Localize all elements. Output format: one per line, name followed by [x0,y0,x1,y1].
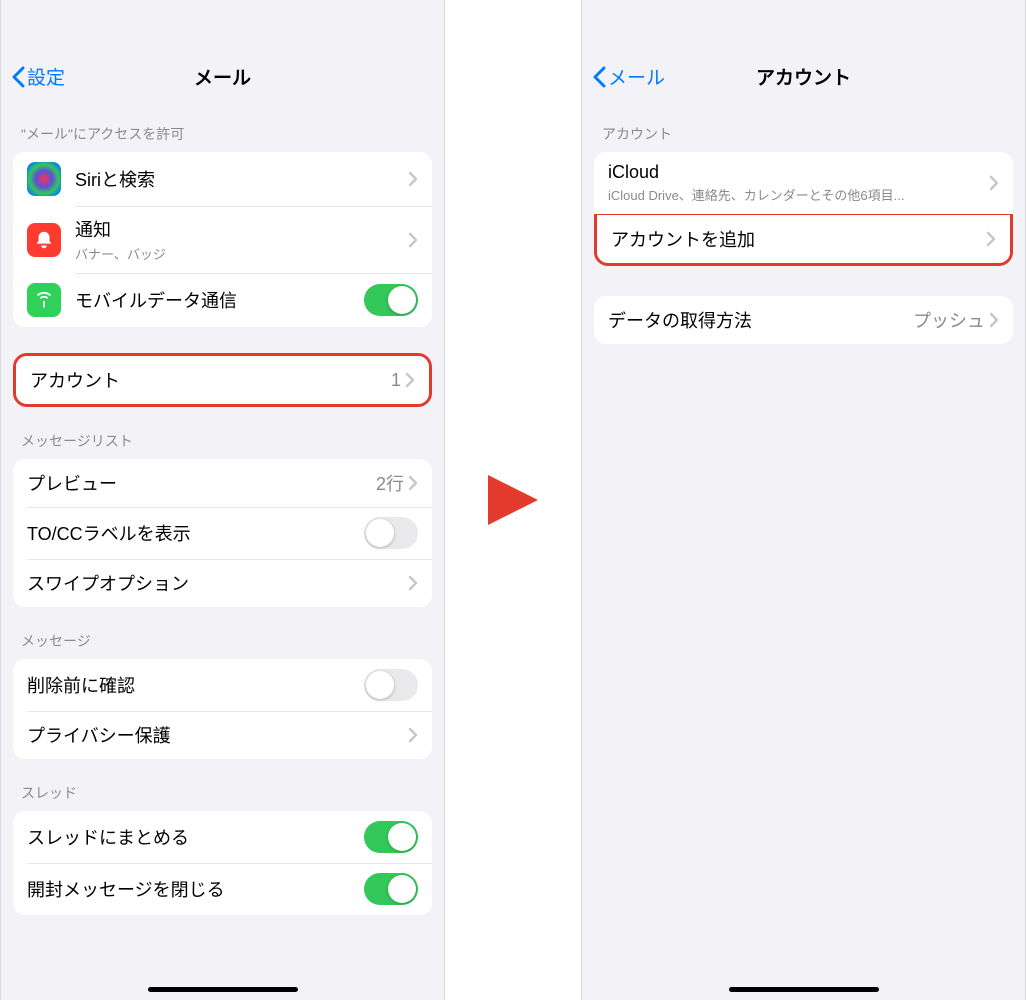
row-preview[interactable]: プレビュー 2行 [13,459,432,507]
navbar: メール アカウント [582,0,1025,100]
accounts-screen: メール アカウント アカウント iCloud iCloud Drive、連絡先、… [581,0,1026,1000]
accounts-group: iCloud iCloud Drive、連絡先、カレンダーとその他6項目... [594,152,1013,214]
row-label: Siriと検索 [75,166,408,192]
chevron-right-icon [408,475,418,491]
section-header-access: "メール"にアクセスを許可 [1,100,444,152]
row-ask-before-delete[interactable]: 削除前に確認 [13,659,432,711]
home-indicator[interactable] [729,987,879,992]
bell-icon [27,223,61,257]
preview-value: 2行 [376,470,404,496]
collapse-read-toggle[interactable] [364,873,418,905]
mail-settings-screen: 設定 メール "メール"にアクセスを許可 Siriと検索 通知 バナー、バッジ … [0,0,445,1000]
row-sublabel: バナー、バッジ [75,244,408,263]
row-sublabel: iCloud Drive、連絡先、カレンダーとその他6項目... [608,185,989,204]
row-tocc-label[interactable]: TO/CCラベルを表示 [13,507,432,559]
chevron-right-icon [408,575,418,591]
siri-icon [27,162,61,196]
ask-delete-toggle[interactable] [364,669,418,701]
fetch-group: データの取得方法 プッシュ [594,296,1013,344]
row-label: 削除前に確認 [27,672,364,698]
row-collapse-read[interactable]: 開封メッセージを閉じる [13,863,432,915]
chevron-right-icon [986,231,996,247]
section-header-msglist: メッセージリスト [1,407,444,459]
thread-group: スレッドにまとめる 開封メッセージを閉じる [13,811,432,915]
row-add-account[interactable]: アカウントを追加 [597,215,1010,263]
chevron-right-icon [408,727,418,743]
back-button[interactable]: 設定 [11,63,65,90]
row-label: データの取得方法 [608,307,913,333]
chevron-right-icon [989,175,999,191]
row-label: TO/CCラベルを表示 [27,520,364,546]
chevron-left-icon [592,66,606,88]
row-label: モバイルデータ通信 [75,287,364,313]
row-label: スレッドにまとめる [27,824,364,850]
row-label: プレビュー [27,470,376,496]
row-fetch-data[interactable]: データの取得方法 プッシュ [594,296,1013,344]
row-label: iCloud iCloud Drive、連絡先、カレンダーとその他6項目... [608,162,989,204]
row-label: アカウント [30,367,391,393]
navbar: 設定 メール [1,0,444,100]
antenna-icon [27,283,61,317]
access-group: Siriと検索 通知 バナー、バッジ モバイルデータ通信 [13,152,432,327]
back-label: 設定 [27,63,65,90]
row-label: プライバシー保護 [27,722,408,748]
row-icloud-account[interactable]: iCloud iCloud Drive、連絡先、カレンダーとその他6項目... [594,152,1013,214]
back-label: メール [608,63,665,90]
row-label: スワイプオプション [27,570,408,596]
home-indicator[interactable] [148,987,298,992]
row-swipe-options[interactable]: スワイプオプション [13,559,432,607]
chevron-right-icon [405,372,415,388]
row-label: 開封メッセージを閉じる [27,876,364,902]
tocc-toggle[interactable] [364,517,418,549]
chevron-right-icon [408,232,418,248]
cellular-toggle[interactable] [364,284,418,316]
accounts-row-highlight: アカウント 1 [13,353,432,407]
msg-group: 削除前に確認 プライバシー保護 [13,659,432,759]
section-header-accounts: アカウント [582,100,1025,152]
row-privacy[interactable]: プライバシー保護 [13,711,432,759]
row-cellular-data[interactable]: モバイルデータ通信 [13,273,432,327]
msglist-group: プレビュー 2行 TO/CCラベルを表示 スワイプオプション [13,459,432,607]
row-label: アカウントを追加 [611,226,986,252]
row-siri-search[interactable]: Siriと検索 [13,152,432,206]
row-organize-thread[interactable]: スレッドにまとめる [13,811,432,863]
row-accounts[interactable]: アカウント 1 [16,356,429,404]
organize-thread-toggle[interactable] [364,821,418,853]
section-header-thread: スレッド [1,759,444,811]
row-label: 通知 バナー、バッジ [75,216,408,263]
section-header-msg: メッセージ [1,607,444,659]
add-account-highlight: アカウントを追加 [594,212,1013,266]
chevron-right-icon [989,312,999,328]
page-title: アカウント [756,63,851,90]
row-notifications[interactable]: 通知 バナー、バッジ [13,206,432,273]
chevron-left-icon [11,66,25,88]
page-title: メール [194,63,251,90]
fetch-value: プッシュ [913,307,985,333]
back-button[interactable]: メール [592,63,665,90]
flow-arrow-icon [483,470,543,530]
accounts-count: 1 [391,370,401,391]
chevron-right-icon [408,171,418,187]
